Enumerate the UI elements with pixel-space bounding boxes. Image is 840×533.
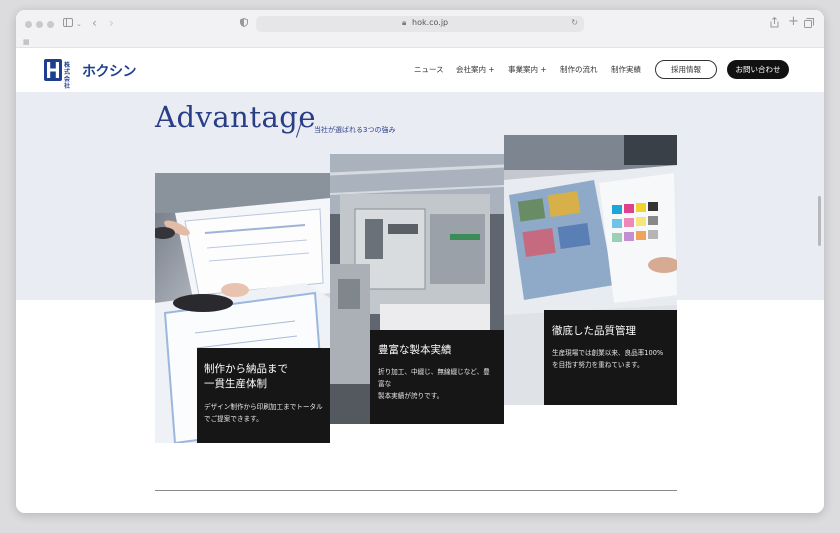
card-body: デザイン制作から印刷加工までトータル でご提案できます。 [204, 401, 323, 425]
nav-item-business[interactable]: 事業案内 + [508, 64, 547, 75]
feature-card-binding-experience: 豊富な製本実績 折り加工、中綴じ、無線綴じなど、豊富な 製本実績が誇りです。 [370, 330, 504, 424]
browser-toolbar: ⌄ ‹ › 🔒︎ hok.co.jp ↻ + ▦ [16, 10, 824, 48]
zoom-window-button[interactable] [47, 21, 54, 28]
extensions-icon[interactable]: ▦ [23, 36, 30, 48]
lock-icon: 🔒︎ [402, 18, 407, 27]
forward-icon[interactable]: › [109, 17, 114, 29]
sidebar-icon[interactable] [63, 18, 73, 30]
reload-icon[interactable]: ↻ [571, 18, 578, 27]
feature-card-quality-control: 徹底した品質管理 生産現場では創業以来、良品率100% を目指す努力を重ねていま… [544, 310, 677, 405]
nav-item-works[interactable]: 制作実績 [611, 64, 641, 75]
card-body-line2: を目指す努力を重ねています。 [552, 361, 644, 369]
card-body: 折り加工、中綴じ、無線綴じなど、豊富な 製本実績が誇りです。 [378, 366, 496, 402]
card-heading-line1: 制作から納品まで [204, 363, 288, 375]
section-divider [155, 490, 677, 491]
tabs-overview-icon[interactable] [804, 18, 814, 31]
recruit-button[interactable]: 採用情報 [655, 60, 717, 79]
back-icon[interactable]: ‹ [92, 17, 97, 29]
card-body-line1: デザイン制作から印刷加工までトータル [204, 403, 323, 411]
address-bar[interactable]: 🔒︎ hok.co.jp ↻ [256, 16, 584, 32]
nav-item-news[interactable]: ニュース [414, 64, 444, 75]
page-scrollbar[interactable] [818, 196, 821, 246]
card-body-line1: 折り加工、中綴じ、無線綴じなど、豊富な [378, 368, 490, 388]
section-title: Advantage [155, 100, 317, 134]
share-icon[interactable] [770, 16, 779, 31]
card-body-line2: 製本実績が誇りです。 [378, 392, 444, 400]
feature-card-integrated-production: 制作から納品まで 一貫生産体制 デザイン制作から印刷加工までトータル でご提案で… [197, 348, 330, 443]
chevron-down-icon[interactable]: ⌄ [76, 18, 82, 30]
nav-item-process[interactable]: 制作の流れ [560, 64, 598, 75]
web-page: 株式 会社 ホクシン ニュース 会社案内 + 事業案内 + 制作の流れ 制作実績… [16, 48, 824, 513]
card-body-line1: 生産現場では創業以来、良品率100% [552, 349, 664, 357]
contact-button[interactable]: お問い合わせ [727, 60, 789, 79]
logo-name: ホクシン [82, 64, 137, 80]
card-heading-line1: 豊富な製本実績 [378, 344, 452, 356]
nav-item-company[interactable]: 会社案内 + [456, 64, 495, 75]
card-heading-line1: 徹底した品質管理 [552, 325, 636, 337]
logo-sub-line1: 株式 [64, 62, 71, 76]
card-body-line2: でご提案できます。 [204, 415, 263, 423]
new-tab-icon[interactable]: + [788, 15, 799, 28]
site-header: 株式 会社 ホクシン ニュース 会社案内 + 事業案内 + 制作の流れ 制作実績… [16, 48, 824, 92]
shield-icon[interactable] [240, 17, 248, 30]
close-window-button[interactable] [25, 21, 32, 28]
logo-sub-line2: 会社 [64, 76, 71, 90]
card-body: 生産現場では創業以来、良品率100% を目指す努力を重ねています。 [552, 347, 669, 371]
url-text: hok.co.jp [412, 18, 449, 27]
logo-mark-icon [44, 59, 62, 81]
minimize-window-button[interactable] [36, 21, 43, 28]
browser-window: ⌄ ‹ › 🔒︎ hok.co.jp ↻ + ▦ 株式 会社 ホクシン ニュース… [16, 10, 824, 513]
section-subtitle: 当社が選ばれる3つの強み [314, 126, 396, 134]
card-heading-line2: 一貫生産体制 [204, 378, 267, 390]
logo-sub-text: 株式 会社 [64, 62, 70, 90]
